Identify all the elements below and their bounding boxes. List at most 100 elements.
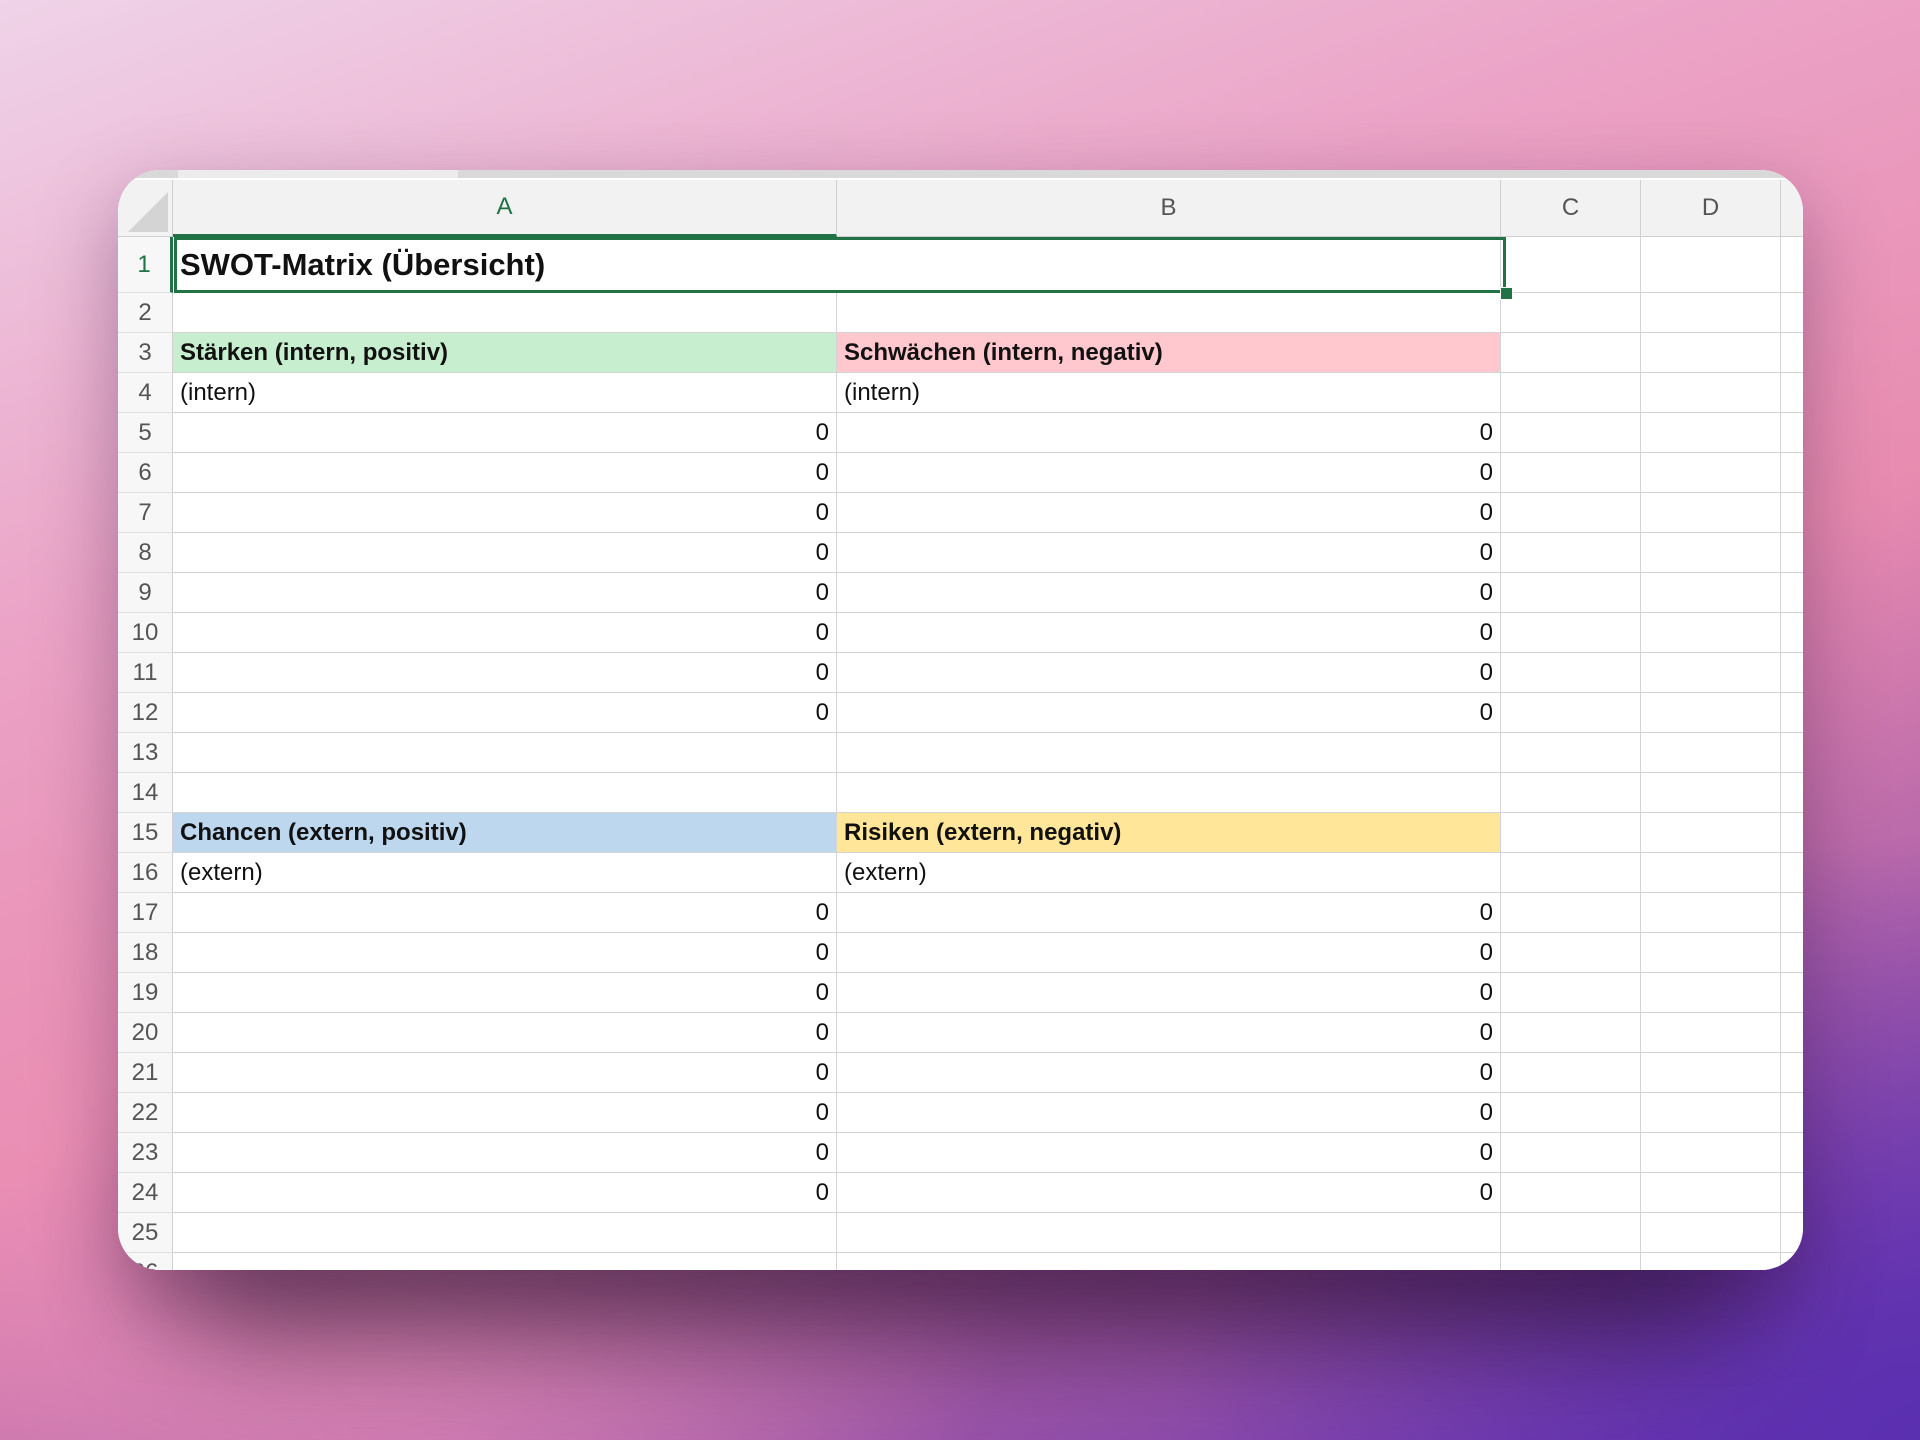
cell-e6[interactable] <box>1781 453 1803 493</box>
row-header-22[interactable]: 22 <box>118 1093 173 1133</box>
cell-e8[interactable] <box>1781 533 1803 573</box>
row-header-15[interactable]: 15 <box>118 813 173 853</box>
cell-a14[interactable] <box>173 773 837 813</box>
row-header-2[interactable]: 2 <box>118 293 173 333</box>
row-header-20[interactable]: 20 <box>118 1013 173 1053</box>
cell-d4[interactable] <box>1641 373 1781 413</box>
row-header-11[interactable]: 11 <box>118 653 173 693</box>
cell-d23[interactable] <box>1641 1133 1781 1173</box>
cell-b2[interactable] <box>837 293 1501 333</box>
cell-d2[interactable] <box>1641 293 1781 333</box>
cell-c6[interactable] <box>1501 453 1641 493</box>
cell-b15[interactable]: Risiken (extern, negativ) <box>837 813 1501 853</box>
cell-e9[interactable] <box>1781 573 1803 613</box>
cell-e24[interactable] <box>1781 1173 1803 1213</box>
cell-c25[interactable] <box>1501 1213 1641 1253</box>
row-header-5[interactable]: 5 <box>118 413 173 453</box>
cell-c23[interactable] <box>1501 1133 1641 1173</box>
row-header-24[interactable]: 24 <box>118 1173 173 1213</box>
cell-e10[interactable] <box>1781 613 1803 653</box>
cell-a24[interactable]: 0 <box>173 1173 837 1213</box>
cell-d20[interactable] <box>1641 1013 1781 1053</box>
cell-c16[interactable] <box>1501 853 1641 893</box>
row-header-6[interactable]: 6 <box>118 453 173 493</box>
row-header-8[interactable]: 8 <box>118 533 173 573</box>
cell-e18[interactable] <box>1781 933 1803 973</box>
cell-b12[interactable]: 0 <box>837 693 1501 733</box>
cell-e14[interactable] <box>1781 773 1803 813</box>
cell-a23[interactable]: 0 <box>173 1133 837 1173</box>
cell-d3[interactable] <box>1641 333 1781 373</box>
cell-c22[interactable] <box>1501 1093 1641 1133</box>
cell-c2[interactable] <box>1501 293 1641 333</box>
cell-d24[interactable] <box>1641 1173 1781 1213</box>
cell-a11[interactable]: 0 <box>173 653 837 693</box>
cell-c24[interactable] <box>1501 1173 1641 1213</box>
cell-d8[interactable] <box>1641 533 1781 573</box>
cell-d11[interactable] <box>1641 653 1781 693</box>
cell-e2[interactable] <box>1781 293 1803 333</box>
row-header-19[interactable]: 19 <box>118 973 173 1013</box>
row-header-23[interactable]: 23 <box>118 1133 173 1173</box>
cell-c4[interactable] <box>1501 373 1641 413</box>
cell-b4[interactable]: (intern) <box>837 373 1501 413</box>
cell-a26[interactable] <box>173 1253 837 1270</box>
cell-c7[interactable] <box>1501 493 1641 533</box>
cell-b1[interactable] <box>837 237 1501 293</box>
cell-a2[interactable] <box>173 293 837 333</box>
cell-e21[interactable] <box>1781 1053 1803 1093</box>
cell-a12[interactable]: 0 <box>173 693 837 733</box>
cell-c1[interactable] <box>1501 237 1641 293</box>
cell-e1[interactable] <box>1781 237 1803 293</box>
cell-c3[interactable] <box>1501 333 1641 373</box>
cell-b17[interactable]: 0 <box>837 893 1501 933</box>
cell-b8[interactable]: 0 <box>837 533 1501 573</box>
cell-e25[interactable] <box>1781 1213 1803 1253</box>
cell-b24[interactable]: 0 <box>837 1173 1501 1213</box>
cell-d14[interactable] <box>1641 773 1781 813</box>
cell-a16[interactable]: (extern) <box>173 853 837 893</box>
cell-d17[interactable] <box>1641 893 1781 933</box>
cell-a8[interactable]: 0 <box>173 533 837 573</box>
cell-c9[interactable] <box>1501 573 1641 613</box>
cell-d9[interactable] <box>1641 573 1781 613</box>
row-header-25[interactable]: 25 <box>118 1213 173 1253</box>
cell-c15[interactable] <box>1501 813 1641 853</box>
cell-b7[interactable]: 0 <box>837 493 1501 533</box>
row-header-18[interactable]: 18 <box>118 933 173 973</box>
cell-e15[interactable] <box>1781 813 1803 853</box>
row-header-7[interactable]: 7 <box>118 493 173 533</box>
row-header-3[interactable]: 3 <box>118 333 173 373</box>
cell-a1[interactable]: SWOT-Matrix (Übersicht) <box>173 237 837 293</box>
cell-d7[interactable] <box>1641 493 1781 533</box>
cell-a6[interactable]: 0 <box>173 453 837 493</box>
cell-a3[interactable]: Stärken (intern, positiv) <box>173 333 837 373</box>
cell-b20[interactable]: 0 <box>837 1013 1501 1053</box>
cell-d1[interactable] <box>1641 237 1781 293</box>
cell-e3[interactable] <box>1781 333 1803 373</box>
cell-a25[interactable] <box>173 1213 837 1253</box>
cell-b6[interactable]: 0 <box>837 453 1501 493</box>
cell-b5[interactable]: 0 <box>837 413 1501 453</box>
column-header-d[interactable]: D <box>1641 180 1781 237</box>
cell-e17[interactable] <box>1781 893 1803 933</box>
row-header-1[interactable]: 1 <box>118 237 173 293</box>
cell-d6[interactable] <box>1641 453 1781 493</box>
cell-c26[interactable] <box>1501 1253 1641 1270</box>
cell-c14[interactable] <box>1501 773 1641 813</box>
cell-c21[interactable] <box>1501 1053 1641 1093</box>
cell-d16[interactable] <box>1641 853 1781 893</box>
cell-d25[interactable] <box>1641 1213 1781 1253</box>
cell-e26[interactable] <box>1781 1253 1803 1270</box>
row-header-26[interactable]: 26 <box>118 1253 173 1270</box>
cell-e22[interactable] <box>1781 1093 1803 1133</box>
cell-c20[interactable] <box>1501 1013 1641 1053</box>
cell-e16[interactable] <box>1781 853 1803 893</box>
cell-c8[interactable] <box>1501 533 1641 573</box>
cell-e20[interactable] <box>1781 1013 1803 1053</box>
column-header-b[interactable]: B <box>837 180 1501 237</box>
cell-a17[interactable]: 0 <box>173 893 837 933</box>
cell-b14[interactable] <box>837 773 1501 813</box>
cell-b22[interactable]: 0 <box>837 1093 1501 1133</box>
cell-b16[interactable]: (extern) <box>837 853 1501 893</box>
